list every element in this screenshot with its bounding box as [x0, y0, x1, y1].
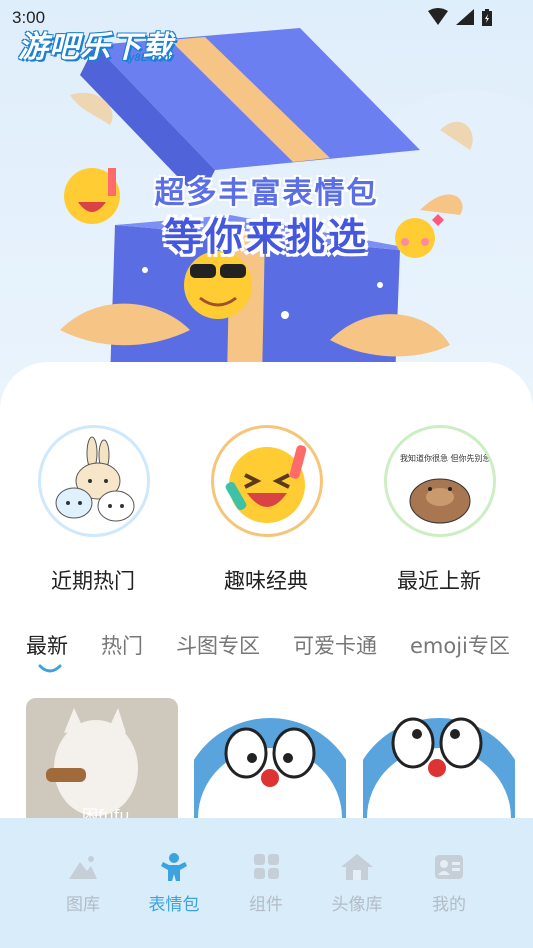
battery-icon — [482, 9, 492, 26]
watermark-logo: 游吧乐下载 y8L.com — [18, 22, 173, 66]
category-recent-hot[interactable]: 近期热门 — [38, 425, 150, 595]
watermark-domain: y8L.com — [128, 52, 173, 64]
nav-label: 我的 — [432, 895, 466, 915]
tab-cute-cartoon[interactable]: 可爱卡通 — [293, 630, 377, 660]
tab-emoji[interactable]: emoji专区 — [410, 630, 510, 660]
tab-latest[interactable]: 最新 — [26, 630, 68, 660]
capybara-sticker-icon: 我知道你很急 但你先别急 — [400, 453, 490, 524]
active-tab-indicator — [38, 664, 62, 673]
bear-sticker-text-1: 我知道你很急 但你先别急 — [400, 453, 490, 463]
nav-widgets[interactable]: 组件 — [226, 852, 306, 915]
tab-hot[interactable]: 热门 — [101, 630, 143, 660]
doraemon-image-2 — [363, 717, 515, 828]
sticker-tabs: 最新 热门 斗图专区 可爱卡通 emoji专区 — [26, 630, 533, 660]
widget-icon — [254, 854, 279, 879]
category-recent-hot-image — [38, 425, 150, 537]
nav-emoji-pack[interactable]: 表情包 — [134, 852, 214, 915]
signal-icon — [456, 9, 474, 25]
nav-label: 组件 — [249, 895, 283, 915]
category-new-arrivals[interactable]: 我知道你很急 但你先别急 最近上新 — [384, 425, 496, 595]
cartoon-rabbit-icon — [55, 436, 135, 522]
sticker-thumbnail[interactable] — [363, 698, 515, 828]
sticker-thumbnail[interactable] — [194, 698, 346, 828]
laughing-emoji-icon — [225, 445, 307, 523]
doraemon-image-1 — [194, 718, 346, 828]
avatar-library-icon — [341, 854, 373, 880]
profile-card-icon — [435, 855, 463, 879]
nav-label: 图库 — [66, 895, 100, 915]
category-fun-classic[interactable]: 趣味经典 — [211, 425, 323, 595]
sticker-thumbnail[interactable]: 困fufu — [26, 698, 178, 828]
nav-label: 头像库 — [331, 895, 383, 915]
nav-avatar-library[interactable]: 头像库 — [317, 852, 397, 915]
emoji-pack-icon — [161, 853, 187, 881]
category-new-arrivals-image: 我知道你很急 但你先别急 — [384, 425, 496, 537]
nav-profile[interactable]: 我的 — [409, 852, 489, 915]
category-label: 近期热门 — [51, 569, 135, 593]
gallery-icon — [69, 856, 97, 879]
banner-subheadline: 等你来挑选 — [163, 215, 369, 259]
tab-meme-battle[interactable]: 斗图专区 — [176, 630, 260, 660]
category-fun-classic-image — [211, 425, 323, 537]
nav-label: 表情包 — [148, 895, 200, 915]
wifi-icon — [428, 8, 448, 25]
category-label: 趣味经典 — [224, 569, 308, 593]
category-label: 最近上新 — [397, 569, 481, 593]
nav-gallery[interactable]: 图库 — [43, 852, 123, 915]
